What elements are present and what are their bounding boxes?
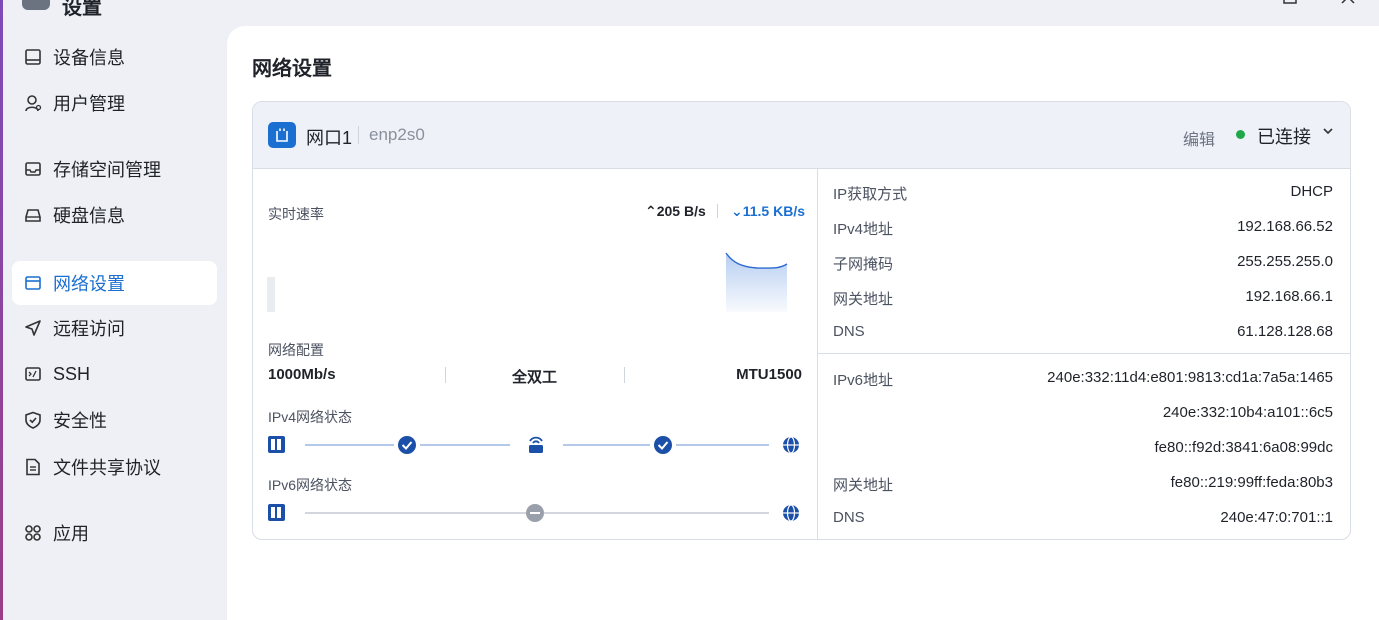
ipv4-address-value: 192.168.66.52 bbox=[1237, 218, 1333, 235]
sidebar-item-network-settings[interactable]: 网络设置 bbox=[12, 261, 217, 305]
sidebar-item-label: 网络设置 bbox=[53, 274, 125, 294]
sidebar-item-user-management[interactable]: 用户管理 bbox=[12, 81, 217, 125]
subnet-mask-label: 子网掩码 bbox=[833, 256, 894, 273]
sidebar-item-storage[interactable]: 存储空间管理 bbox=[12, 147, 217, 191]
ip-method-label: IP获取方式 bbox=[833, 186, 908, 203]
storage-icon bbox=[23, 159, 43, 179]
sidebar-item-label: 应用 bbox=[53, 524, 89, 544]
terminal-icon bbox=[23, 364, 43, 384]
globe-icon bbox=[783, 504, 799, 522]
divider bbox=[717, 204, 718, 218]
window-frame bbox=[0, 0, 3, 620]
edit-button[interactable]: 编辑 bbox=[1183, 126, 1215, 150]
ipv4-status-label: IPv4网络状态 bbox=[268, 409, 353, 425]
nas-device-icon bbox=[268, 436, 285, 453]
divider bbox=[445, 367, 446, 383]
duplex-mode: 全双工 bbox=[512, 369, 558, 386]
check-icon bbox=[654, 436, 672, 454]
arrow-up-icon: ⌃ bbox=[645, 203, 657, 219]
status-dot bbox=[1236, 130, 1245, 139]
sidebar-item-label: 文件共享协议 bbox=[53, 458, 161, 478]
disabled-status-icon bbox=[526, 504, 544, 522]
ipv4-address-label: IPv4地址 bbox=[833, 221, 894, 238]
ipv6-dns-label: DNS bbox=[833, 509, 865, 526]
close-icon[interactable] bbox=[1341, 0, 1355, 9]
settings-app-icon bbox=[22, 0, 50, 10]
download-speed: ⌄11.5 KB/s bbox=[731, 203, 805, 219]
ipv6-status-path bbox=[268, 504, 799, 522]
mtu-value: MTU1500 bbox=[736, 366, 802, 383]
shield-icon bbox=[23, 410, 43, 430]
speed-sparkline bbox=[267, 252, 788, 312]
ip-details-pane: IP获取方式 DHCP IPv4地址 192.168.66.52 子网掩码 25… bbox=[818, 169, 1350, 539]
ipv6-dns-value: 240e:47:0:701::1 bbox=[1220, 509, 1333, 526]
disk-icon bbox=[23, 205, 43, 225]
port-device: enp2s0 bbox=[369, 125, 425, 144]
connection-status: 已连接 bbox=[1257, 127, 1311, 147]
speed-label: 实时速率 bbox=[268, 206, 324, 222]
network-icon bbox=[23, 273, 43, 293]
ethernet-port-icon bbox=[268, 122, 296, 148]
ipv6-address-label: IPv6地址 bbox=[833, 372, 894, 389]
sidebar-item-ssh[interactable]: SSH bbox=[12, 352, 217, 396]
document-icon bbox=[23, 457, 43, 477]
main-panel: 网络设置 网口1 enp2s0 编辑 已连接 实时速率 ⌃205 B/s ⌄11… bbox=[227, 26, 1379, 620]
router-icon bbox=[529, 436, 543, 453]
ipv6-status-label: IPv6网络状态 bbox=[268, 477, 353, 493]
device-icon bbox=[23, 47, 43, 67]
sidebar-item-remote-access[interactable]: 远程访问 bbox=[12, 306, 217, 350]
sidebar-item-disk-info[interactable]: 硬盘信息 bbox=[12, 193, 217, 237]
sidebar-item-device-info[interactable]: 设备信息 bbox=[12, 35, 217, 79]
nas-device-icon bbox=[268, 504, 285, 521]
sidebar-item-label: 用户管理 bbox=[53, 94, 125, 114]
apps-icon bbox=[23, 523, 43, 543]
sidebar-item-apps[interactable]: 应用 bbox=[12, 511, 217, 555]
section-divider bbox=[818, 353, 1350, 354]
sidebar-item-label: 安全性 bbox=[53, 411, 107, 431]
maximize-icon[interactable] bbox=[1283, 0, 1297, 9]
divider bbox=[358, 126, 359, 144]
title-bar: 设置 bbox=[0, 0, 1379, 19]
ipv6-gateway-label: 网关地址 bbox=[833, 477, 894, 494]
window-title: 设置 bbox=[62, 0, 102, 19]
port-stats-pane: 实时速率 ⌃205 B/s ⌄11.5 KB/s 网络配置 1000Mb/s 全… bbox=[253, 169, 818, 539]
sidebar-item-label: SSH bbox=[53, 363, 91, 384]
gateway-label: 网关地址 bbox=[833, 291, 894, 308]
sidebar-item-label: 存储空间管理 bbox=[53, 160, 161, 180]
user-icon bbox=[23, 93, 43, 113]
ip-method-value: DHCP bbox=[1290, 183, 1333, 200]
page-title: 网络设置 bbox=[252, 58, 332, 80]
globe-icon bbox=[783, 436, 799, 454]
arrow-down-icon: ⌄ bbox=[731, 203, 743, 219]
network-config-label: 网络配置 bbox=[268, 342, 324, 358]
check-icon bbox=[398, 436, 416, 454]
sidebar-item-label: 硬盘信息 bbox=[53, 206, 125, 226]
dns-value: 61.128.128.68 bbox=[1237, 323, 1333, 340]
sidebar-item-security[interactable]: 安全性 bbox=[12, 398, 217, 442]
sidebar-item-label: 远程访问 bbox=[53, 319, 125, 339]
sidebar-item-label: 设备信息 bbox=[53, 48, 125, 68]
dns-label: DNS bbox=[833, 323, 865, 340]
sidebar-item-file-sharing[interactable]: 文件共享协议 bbox=[12, 445, 217, 489]
chevron-down-icon[interactable] bbox=[1321, 124, 1335, 143]
ipv6-address-value: 240e:332:10b4:a101::6c5 bbox=[1162, 404, 1333, 421]
upload-speed: ⌃205 B/s bbox=[645, 203, 706, 219]
ipv4-status-path bbox=[268, 436, 799, 454]
divider bbox=[624, 367, 625, 383]
port-header[interactable]: 网口1 enp2s0 编辑 已连接 bbox=[253, 102, 1350, 169]
network-port-card: 网口1 enp2s0 编辑 已连接 实时速率 ⌃205 B/s ⌄11.5 KB… bbox=[252, 101, 1351, 540]
ipv6-address-value: fe80::f92d:3841:6a08:99dc bbox=[1154, 439, 1334, 456]
link-rate: 1000Mb/s bbox=[268, 366, 336, 383]
gateway-value: 192.168.66.1 bbox=[1245, 288, 1333, 305]
subnet-mask-value: 255.255.255.0 bbox=[1237, 253, 1333, 270]
send-icon bbox=[23, 318, 43, 338]
ipv6-address-value: 240e:332:11d4:e801:9813:cd1a:7a5a:1465 bbox=[1047, 369, 1333, 386]
ipv6-gateway-value: fe80::219:99ff:feda:80b3 bbox=[1170, 474, 1333, 491]
port-name: 网口1 bbox=[306, 128, 353, 148]
